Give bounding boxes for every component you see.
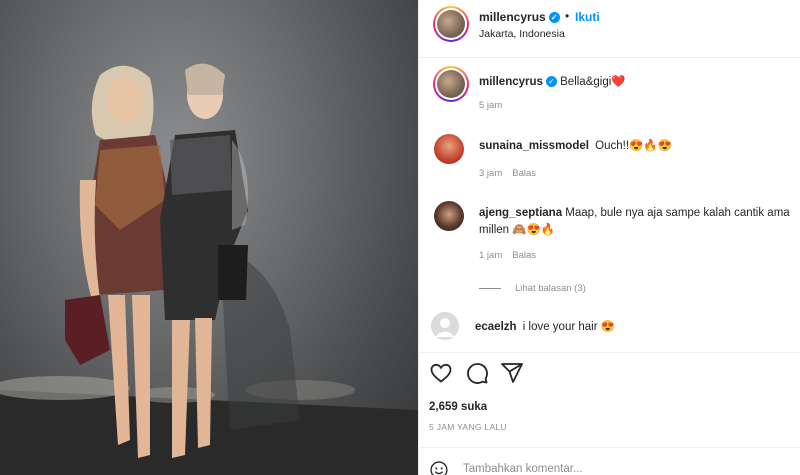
- caption: millencyrus ✓ Bella&gigi❤️: [479, 74, 626, 88]
- post-location[interactable]: Jakarta, Indonesia: [479, 28, 565, 40]
- heart-icon[interactable]: [429, 361, 453, 385]
- view-replies-button[interactable]: Lihat balasan (3): [479, 283, 586, 294]
- reply-button[interactable]: Balas: [512, 168, 536, 179]
- author-username[interactable]: millencyrus: [479, 10, 546, 24]
- follow-button[interactable]: Ikuti: [575, 10, 600, 24]
- comment-composer: Tambahkan komentar...: [419, 447, 800, 475]
- post-details-panel: millencyrus ✓ • Ikuti Jakarta, Indonesia …: [418, 0, 800, 475]
- author-username-row[interactable]: millencyrus ✓: [479, 10, 560, 24]
- comment-username[interactable]: ecaelzh: [475, 321, 517, 333]
- author-avatar[interactable]: [433, 6, 469, 42]
- reply-button[interactable]: Balas: [512, 250, 536, 261]
- comment-2-line-1: ajeng_septiana Maap, bule nya aja sampe …: [479, 207, 790, 219]
- comment-icon[interactable]: [465, 361, 489, 385]
- caption-time[interactable]: 5 jam: [479, 100, 502, 111]
- comment-username[interactable]: ajeng_septiana: [479, 207, 562, 219]
- comment-avatar[interactable]: [434, 134, 464, 164]
- emoji-icon[interactable]: [429, 460, 449, 475]
- comment-text-continued: millen 🙈😍🔥: [479, 224, 556, 236]
- separator-dot: •: [565, 9, 570, 23]
- comment-username[interactable]: sunaina_missmodel: [479, 140, 589, 152]
- comment-time[interactable]: 3 jam: [479, 168, 502, 179]
- comment-1: sunaina_missmodel Ouch!!😍🔥😍: [479, 138, 672, 152]
- default-avatar-icon: [435, 318, 455, 337]
- comment-time[interactable]: 1 jam: [479, 250, 502, 261]
- verified-icon: ✓: [548, 12, 560, 24]
- photo-illustration: [0, 63, 418, 475]
- likes-count[interactable]: 2,659 suka: [429, 401, 487, 413]
- verified-icon: ✓: [545, 76, 557, 88]
- post-header: millencyrus ✓ • Ikuti Jakarta, Indonesia: [419, 0, 800, 58]
- caption-emoji: ❤️: [611, 76, 626, 88]
- post-photo[interactable]: [0, 0, 418, 475]
- comment-1-meta: 3 jam Balas: [479, 168, 536, 179]
- comment-text: i love your hair 😍: [522, 321, 616, 333]
- divider-line: [479, 287, 501, 289]
- comment-text: Maap, bule nya aja sampe kalah cantik am…: [565, 207, 790, 219]
- post-timestamp[interactable]: 5 JAM YANG LALU: [429, 422, 507, 432]
- caption-text: Bella&gigi: [560, 76, 612, 88]
- caption-username[interactable]: millencyrus: [479, 76, 543, 88]
- actions-divider: [419, 352, 800, 353]
- share-icon[interactable]: [500, 361, 524, 385]
- comment-2-meta: 1 jam Balas: [479, 250, 536, 261]
- comment-input[interactable]: Tambahkan komentar...: [463, 463, 583, 475]
- comment-3: ecaelzh i love your hair 😍: [475, 319, 615, 333]
- comment-avatar[interactable]: [434, 201, 464, 231]
- view-replies-label[interactable]: Lihat balasan (3): [515, 283, 586, 294]
- caption-author-avatar[interactable]: [433, 66, 469, 102]
- comment-avatar[interactable]: [431, 312, 459, 340]
- comment-text: Ouch!!😍🔥😍: [595, 140, 672, 152]
